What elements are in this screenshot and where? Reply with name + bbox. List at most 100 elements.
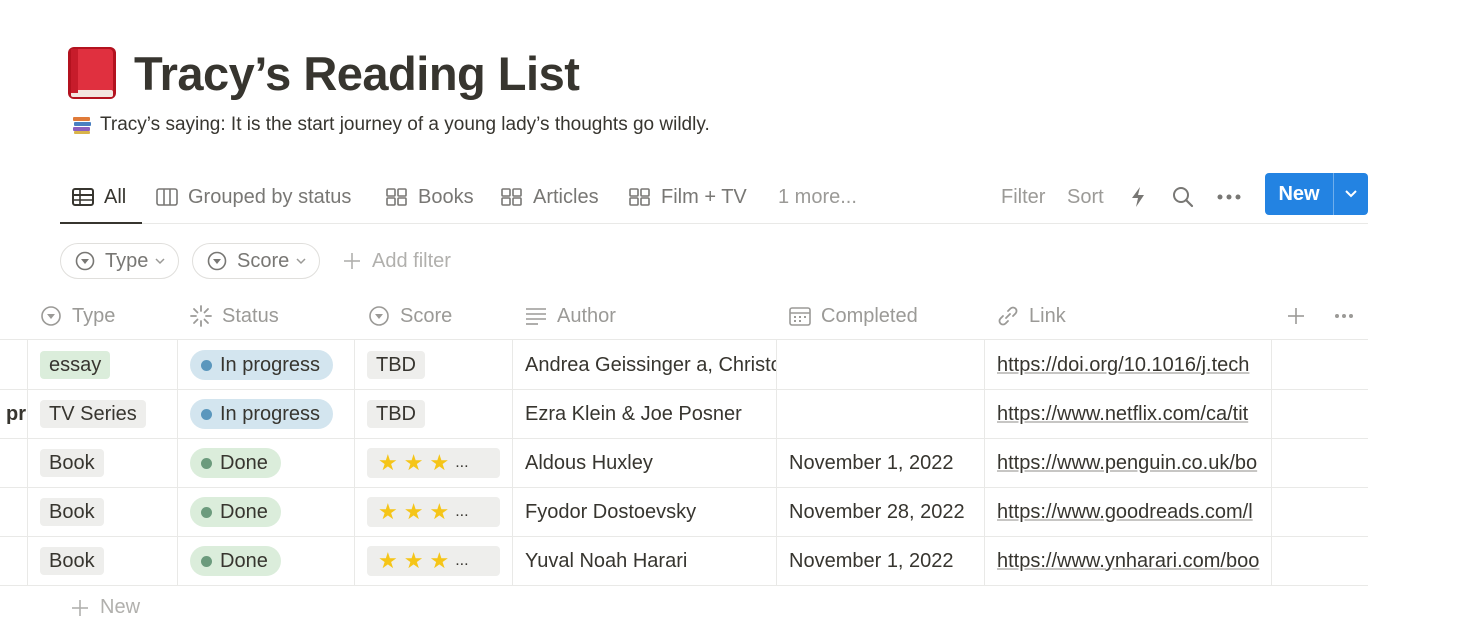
status-label: Done — [220, 451, 268, 474]
cell-link[interactable]: https://www.goodreads.com/l — [997, 488, 1271, 536]
column-options-button[interactable] — [1334, 292, 1354, 340]
cell-type[interactable]: TV Series — [40, 390, 146, 438]
tab-grouped-by-status[interactable]: Grouped by status — [156, 180, 351, 214]
type-tag: Book — [40, 547, 104, 575]
more-options-button[interactable] — [1217, 180, 1241, 214]
status-badge: Done — [190, 448, 281, 478]
cell-completed[interactable] — [789, 390, 976, 438]
cell-author[interactable]: Yuval Noah Harari — [525, 537, 776, 585]
cell-status[interactable]: Done — [190, 537, 281, 585]
column-header-status[interactable]: Status — [190, 292, 279, 340]
add-filter-button[interactable]: Add filter — [342, 243, 451, 279]
sort-button[interactable]: Sort — [1067, 180, 1104, 214]
new-dropdown-button[interactable] — [1334, 189, 1368, 199]
table-row[interactable]: Book Done ★ ★ ★... Fyodor Dostoevsky Novem… — [0, 488, 1368, 537]
new-button[interactable]: New — [1265, 173, 1368, 215]
cell-completed[interactable]: November 1, 2022 — [789, 439, 976, 487]
cell-type[interactable]: Book — [40, 439, 104, 487]
lightning-icon — [1132, 187, 1144, 207]
cell-type[interactable]: essay — [40, 341, 111, 389]
cell-author[interactable]: Andrea Geissinger a, Christo — [525, 341, 776, 389]
cell-status[interactable]: In progress — [190, 390, 334, 438]
cell-link[interactable]: https://www.ynharari.com/boo — [997, 537, 1271, 585]
calendar-icon — [789, 307, 811, 326]
ellipsis-icon — [1217, 194, 1241, 200]
cell-status[interactable]: In progress — [190, 341, 334, 389]
cell-link[interactable]: https://www.netflix.com/ca/tit — [997, 390, 1271, 438]
link-url[interactable]: https://www.ynharari.com/boo — [997, 550, 1259, 573]
cell-completed[interactable]: November 1, 2022 — [789, 537, 976, 585]
star-icon: ★ — [403, 450, 424, 475]
cell-completed[interactable] — [789, 341, 976, 389]
status-dot — [201, 359, 212, 371]
cell-score[interactable]: ★ ★ ★... — [367, 439, 500, 487]
link-url[interactable]: https://www.penguin.co.uk/bo — [997, 452, 1257, 475]
select-icon — [75, 251, 95, 271]
column-header-type[interactable]: Type — [40, 292, 115, 340]
add-column-button[interactable] — [1286, 292, 1306, 340]
star-icon: ★ — [403, 499, 424, 524]
tab-books[interactable]: Books — [386, 180, 474, 214]
plus-icon — [72, 599, 88, 616]
text-lines-icon — [526, 308, 546, 325]
cell-link[interactable]: https://www.penguin.co.uk/bo — [997, 439, 1271, 487]
tab-all[interactable]: All — [72, 180, 126, 214]
status-badge: Done — [190, 546, 281, 576]
star-icon: ★ — [378, 450, 398, 475]
cell-link[interactable]: https://doi.org/10.1016/j.tech — [997, 341, 1271, 389]
red-book-icon[interactable] — [66, 46, 118, 100]
automation-button[interactable] — [1129, 180, 1147, 214]
table-row[interactable]: essay In progress TBD Andrea Geissinger … — [0, 341, 1368, 390]
cell-author[interactable]: Aldous Huxley — [525, 439, 776, 487]
status-badge: Done — [190, 497, 281, 527]
filter-pill-label: Score — [237, 249, 290, 272]
table-icon — [72, 188, 94, 206]
link-url[interactable]: https://doi.org/10.1016/j.tech — [997, 354, 1249, 377]
cell-status[interactable]: Done — [190, 439, 281, 487]
new-button-label: New — [1278, 182, 1320, 205]
chevron-down-icon — [1345, 190, 1357, 198]
table-row[interactable]: Book Done ★ ★ ★... Aldous Huxley November … — [0, 439, 1368, 488]
score-tag: TBD — [367, 351, 425, 379]
cell-score[interactable]: ★ ★ ★... — [367, 488, 500, 536]
cell-score[interactable]: TBD — [367, 341, 425, 389]
tab-label: All — [104, 185, 127, 208]
filter-button[interactable]: Filter — [1001, 180, 1045, 214]
link-icon — [998, 306, 1018, 326]
status-dot — [201, 457, 212, 469]
tab-film-tv[interactable]: Film + TV — [629, 180, 747, 214]
filter-pill-score[interactable]: Score — [192, 243, 321, 279]
table-row[interactable]: Book Done ★ ★ ★... Yuval Noah Harari Novem… — [0, 537, 1368, 586]
link-url[interactable]: https://www.netflix.com/ca/tit — [997, 403, 1248, 426]
chevron-down-icon — [155, 258, 165, 265]
cell-score[interactable]: TBD — [367, 390, 425, 438]
column-header-author[interactable]: Author — [525, 292, 616, 340]
column-label: Completed — [821, 304, 918, 327]
cell-type[interactable]: Book — [40, 488, 104, 536]
chevron-down-icon — [296, 258, 306, 265]
cell-author[interactable]: Ezra Klein & Joe Posner — [525, 390, 776, 438]
table-row[interactable]: pr TV Series In progress TBD Ezra Klein … — [0, 390, 1368, 439]
filter-pill-type[interactable]: Type — [60, 243, 180, 279]
cell-status[interactable]: Done — [190, 488, 281, 536]
cell-score[interactable]: ★ ★ ★... — [367, 537, 500, 585]
link-url[interactable]: https://www.goodreads.com/l — [997, 501, 1253, 524]
column-header-link[interactable]: Link — [997, 292, 1066, 340]
search-button[interactable] — [1172, 180, 1194, 214]
search-icon — [1173, 187, 1194, 208]
column-header-score[interactable]: Score — [368, 292, 452, 340]
table-header: Type Status Score Author Completed Link — [0, 292, 1368, 340]
new-row-button[interactable]: New — [70, 596, 140, 618]
star-icon: ★ — [429, 450, 450, 475]
tab-label: Articles — [533, 185, 599, 208]
tab-label: Grouped by status — [188, 185, 352, 208]
cell-completed[interactable]: November 28, 2022 — [789, 488, 976, 536]
cell-author[interactable]: Fyodor Dostoevsky — [525, 488, 776, 536]
more-views-button[interactable]: 1 more... — [778, 180, 857, 214]
cell-type[interactable]: Book — [40, 537, 104, 585]
cell-name-fragment[interactable]: pr — [6, 390, 27, 438]
tab-label: Books — [418, 185, 474, 208]
column-header-completed[interactable]: Completed — [789, 292, 918, 340]
tab-articles[interactable]: Articles — [501, 180, 599, 214]
tab-label: Film + TV — [661, 185, 747, 208]
